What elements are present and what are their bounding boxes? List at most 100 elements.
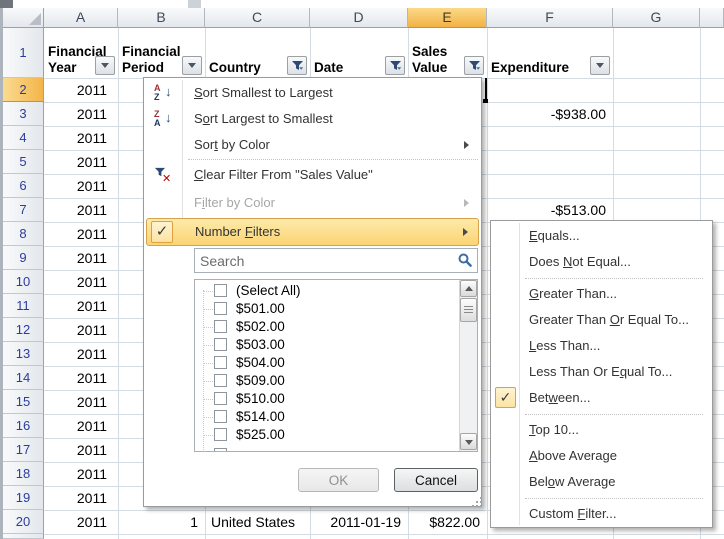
filter-applied-button-E[interactable]: [464, 56, 484, 75]
menu-item-filter-by-color[interactable]: Filter by Color: [146, 190, 479, 216]
filter-applied-button-C[interactable]: [287, 56, 307, 75]
filter-value-item[interactable]: $503.00: [195, 336, 455, 354]
cell-A19[interactable]: 2011: [44, 486, 117, 510]
submenu-item-less-than[interactable]: Less Than...: [493, 333, 710, 359]
filter-value-item[interactable]: $525.00: [195, 426, 455, 444]
cell-D20[interactable]: 2011-01-19: [310, 510, 407, 534]
row-header-6[interactable]: 6: [3, 174, 44, 198]
search-icon[interactable]: [458, 253, 472, 267]
cell-A8[interactable]: 2011: [44, 222, 117, 246]
menu-item-sort-by-color[interactable]: Sort by Color: [146, 132, 479, 158]
cell-E20[interactable]: $822.00: [408, 510, 486, 534]
row-header-11[interactable]: 11: [3, 294, 44, 318]
filter-value-item[interactable]: $514.00: [195, 408, 455, 426]
filter-value-item[interactable]: (Select All): [195, 282, 455, 300]
filter-value-item[interactable]: $504.00: [195, 354, 455, 372]
cancel-button[interactable]: Cancel: [394, 468, 478, 492]
filter-value-item[interactable]: $510.00: [195, 390, 455, 408]
cell-A13[interactable]: 2011: [44, 342, 117, 366]
checkbox[interactable]: [214, 410, 227, 423]
row-header-19[interactable]: 19: [3, 486, 44, 510]
column-header-G[interactable]: G: [613, 8, 700, 28]
ok-button[interactable]: OK: [298, 468, 379, 492]
cell-B20[interactable]: 1: [118, 510, 204, 534]
row-header-10[interactable]: 10: [3, 270, 44, 294]
row-header-20[interactable]: 20: [3, 510, 44, 534]
cell-A9[interactable]: 2011: [44, 246, 117, 270]
submenu-item-custom-filter[interactable]: Custom Filter...: [493, 501, 710, 527]
row-header-7[interactable]: 7: [3, 198, 44, 222]
filter-value-item[interactable]: $501.00: [195, 300, 455, 318]
list-scrollbar[interactable]: [459, 280, 477, 451]
cell-A5[interactable]: 2011: [44, 150, 117, 174]
column-header-D[interactable]: D: [310, 8, 408, 28]
checkbox[interactable]: [214, 356, 227, 369]
cell-A17[interactable]: 2011: [44, 438, 117, 462]
cell-A7[interactable]: 2011: [44, 198, 117, 222]
cell-A6[interactable]: 2011: [44, 174, 117, 198]
cell-F3[interactable]: -$938.00: [487, 102, 612, 126]
filter-value-item[interactable]: $502.00: [195, 318, 455, 336]
cell-A15[interactable]: 2011: [44, 390, 117, 414]
row-header-4[interactable]: 4: [3, 126, 44, 150]
submenu-item-equals[interactable]: Equals...: [493, 223, 710, 249]
cell-A4[interactable]: 2011: [44, 126, 117, 150]
checkbox[interactable]: [214, 374, 227, 387]
cell-A11[interactable]: 2011: [44, 294, 117, 318]
cell-A20[interactable]: 2011: [44, 510, 117, 534]
select-all-corner[interactable]: [3, 8, 44, 28]
submenu-item-between[interactable]: ✓Between...: [493, 385, 710, 411]
cell-A14[interactable]: 2011: [44, 366, 117, 390]
filter-value-item[interactable]: $509.00: [195, 372, 455, 390]
checkbox[interactable]: [214, 448, 227, 452]
cell-F7[interactable]: -$513.00: [487, 198, 612, 222]
cell-A10[interactable]: 2011: [44, 270, 117, 294]
scrollbar-thumb[interactable]: [460, 298, 477, 322]
column-header-partial[interactable]: [700, 8, 724, 28]
row-header-5[interactable]: 5: [3, 150, 44, 174]
row-header-8[interactable]: 8: [3, 222, 44, 246]
checkbox[interactable]: [214, 428, 227, 441]
filter-dropdown-button-B[interactable]: [182, 56, 202, 75]
row-header-9[interactable]: 9: [3, 246, 44, 270]
row-header-13[interactable]: 13: [3, 342, 44, 366]
cell-A3[interactable]: 2011: [44, 102, 117, 126]
row-header-3[interactable]: 3: [3, 102, 44, 126]
menu-item-number-filters[interactable]: ✓Number Filters: [146, 218, 479, 246]
cell-C20[interactable]: United States: [205, 510, 309, 534]
active-cell-fill-handle[interactable]: [483, 99, 488, 103]
search-input[interactable]: [194, 248, 478, 273]
submenu-item-greater-than-or-equal-to[interactable]: Greater Than Or Equal To...: [493, 307, 710, 333]
filter-dropdown-button-A[interactable]: [95, 56, 115, 75]
row-header-2[interactable]: 2: [3, 78, 44, 102]
submenu-item-greater-than[interactable]: Greater Than...: [493, 281, 710, 307]
row-header-15[interactable]: 15: [3, 390, 44, 414]
checkbox[interactable]: [214, 392, 227, 405]
row-header-12[interactable]: 12: [3, 318, 44, 342]
scroll-down-button[interactable]: [460, 433, 477, 450]
column-header-F[interactable]: F: [487, 8, 613, 28]
submenu-item-less-than-or-equal-to[interactable]: Less Than Or Equal To...: [493, 359, 710, 385]
menu-item-clear-filter-from-sales-value[interactable]: ✕Clear Filter From "Sales Value": [146, 162, 479, 188]
menu-item-sort-largest-to-smallest[interactable]: ZA↓Sort Largest to Smallest: [146, 106, 479, 132]
checkbox[interactable]: [214, 338, 227, 351]
column-header-C[interactable]: C: [205, 8, 310, 28]
scroll-up-button[interactable]: [460, 280, 477, 297]
checkbox[interactable]: [214, 302, 227, 315]
column-header-B[interactable]: B: [118, 8, 205, 28]
row-header-1[interactable]: 1: [3, 28, 44, 78]
filter-dropdown-button-F[interactable]: [590, 56, 610, 75]
submenu-item-top-10[interactable]: Top 10...: [493, 417, 710, 443]
column-header-A[interactable]: A: [44, 8, 118, 28]
cell-A2[interactable]: 2011: [44, 78, 117, 102]
panel-resize-grip[interactable]: [476, 501, 478, 503]
submenu-item-above-average[interactable]: Above Average: [493, 443, 710, 469]
cell-A12[interactable]: 2011: [44, 318, 117, 342]
menu-item-sort-smallest-to-largest[interactable]: AZ↓Sort Smallest to Largest: [146, 80, 479, 106]
row-header-partial[interactable]: [3, 534, 44, 539]
filter-value-item-partial[interactable]: [195, 446, 455, 452]
column-header-E[interactable]: E: [408, 8, 487, 28]
checkbox[interactable]: [214, 284, 227, 297]
row-header-17[interactable]: 17: [3, 438, 44, 462]
submenu-item-does-not-equal[interactable]: Does Not Equal...: [493, 249, 710, 275]
